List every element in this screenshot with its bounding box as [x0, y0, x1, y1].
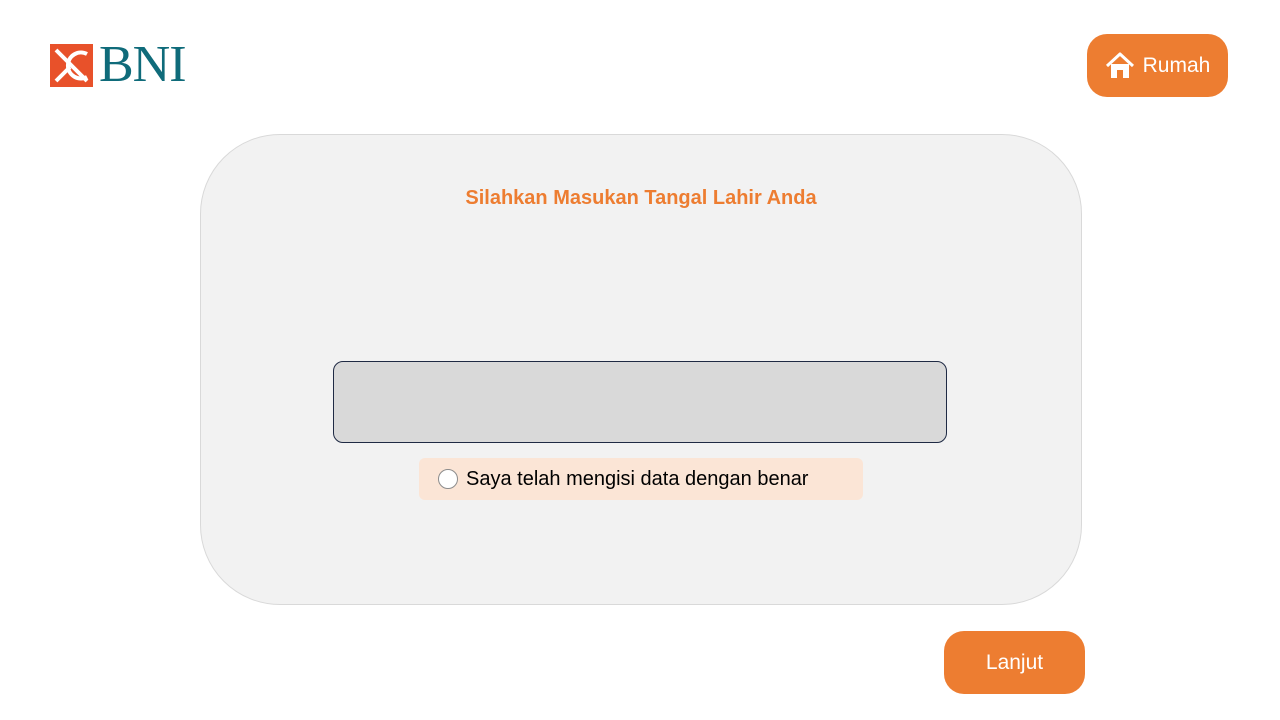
radio-button[interactable] [438, 469, 458, 489]
bni-logo-text: BNI [99, 36, 187, 93]
bni-logo-mark-icon [50, 43, 93, 87]
bni-logo: BNI [50, 36, 187, 93]
home-button-label: Rumah [1142, 53, 1211, 77]
next-button[interactable]: Lanjut [944, 631, 1085, 694]
confirm-data-radio[interactable]: Saya telah mengisi data dengan benar [419, 458, 863, 500]
home-button[interactable]: Rumah [1087, 34, 1228, 97]
house-icon [1105, 52, 1134, 78]
form-title: Silahkan Masukan Tangal Lahir Anda [465, 187, 817, 209]
birthdate-form-card: Silahkan Masukan Tangal Lahir Anda Saya … [200, 134, 1082, 605]
confirm-data-label: Saya telah mengisi data dengan benar [466, 467, 809, 490]
birthdate-input[interactable] [333, 361, 947, 443]
